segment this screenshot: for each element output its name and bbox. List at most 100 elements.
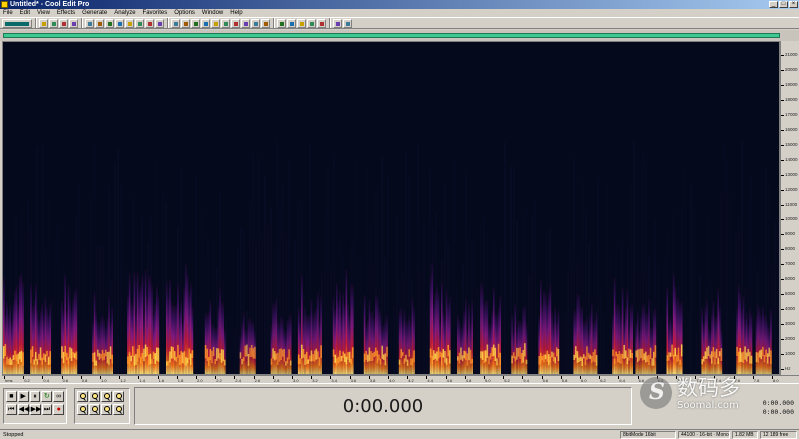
menu-file[interactable]: File: [3, 9, 13, 17]
info-button[interactable]: [343, 18, 352, 28]
spectrogram-burst-column: [651, 327, 653, 374]
spectrogram-formant: [72, 351, 74, 358]
spectrogram-formant: [617, 354, 619, 363]
spectrogram-burst-column: [157, 296, 160, 374]
minimize-button[interactable]: _: [769, 1, 778, 8]
loop-button[interactable]: ∞: [53, 391, 64, 402]
spectrogram-formant: [313, 350, 316, 362]
spectrogram-formant: [629, 349, 632, 358]
menu-options[interactable]: Options: [174, 9, 195, 17]
record-button[interactable]: [59, 18, 68, 28]
spectrogram-burst-column: [312, 314, 314, 374]
zoom-in-icon[interactable]: [77, 391, 88, 402]
spectrogram-burst-column: [594, 318, 596, 374]
spectrogram-formant: [638, 348, 641, 361]
silence-button[interactable]: [221, 18, 230, 28]
waveform-view-button[interactable]: [2, 18, 32, 28]
pitch-button[interactable]: [261, 18, 270, 28]
reverb-button[interactable]: [307, 18, 316, 28]
spectrogram-formant: [64, 345, 66, 357]
spectrogram-formant: [250, 345, 253, 357]
zoom-left-icon[interactable]: [77, 404, 88, 415]
save-button[interactable]: [49, 18, 58, 28]
zoom-selection-icon[interactable]: [113, 391, 124, 402]
spectrogram-formant: [62, 351, 65, 364]
spectrogram-formant: [466, 353, 469, 366]
delay-button[interactable]: [297, 18, 306, 28]
menu-analyze[interactable]: Analyze: [114, 9, 135, 17]
zoom-full-icon[interactable]: [101, 391, 112, 402]
pause-button[interactable]: ⏸: [29, 391, 41, 402]
go-to-start-button[interactable]: ⏮: [6, 404, 17, 415]
spectrogram-formant: [546, 350, 548, 362]
cut-button[interactable]: [85, 18, 94, 28]
menu-help[interactable]: Help: [230, 9, 242, 17]
fast-forward-button[interactable]: ▶▶: [29, 404, 41, 415]
reverse-button[interactable]: [211, 18, 220, 28]
menu-window[interactable]: Window: [202, 9, 223, 17]
spectrogram-formant: [744, 346, 746, 360]
spectrogram-formant: [178, 355, 181, 365]
menu-effects[interactable]: Effects: [57, 9, 75, 17]
zoom-right-icon[interactable]: [89, 404, 100, 415]
stop-button[interactable]: ■: [6, 391, 17, 402]
chorus-button[interactable]: [317, 18, 326, 28]
fade-button[interactable]: [241, 18, 250, 28]
maximize-button[interactable]: □: [779, 1, 788, 8]
spectrogram-formant: [289, 360, 292, 366]
record-button[interactable]: ●: [53, 404, 65, 415]
close-button[interactable]: ×: [789, 1, 798, 8]
menu-view[interactable]: View: [37, 9, 50, 17]
spectrogram-noise-column: [774, 222, 776, 374]
menu-edit[interactable]: Edit: [20, 9, 30, 17]
spectrogram-burst-column: [680, 301, 683, 374]
normalize-button[interactable]: [201, 18, 210, 28]
invert-button[interactable]: [231, 18, 240, 28]
zoom-vertical-out-icon[interactable]: [113, 404, 124, 415]
spectral-view-button[interactable]: [171, 18, 180, 28]
filter-button[interactable]: [287, 18, 296, 28]
menu-generate[interactable]: Generate: [82, 9, 107, 17]
zoom-out-icon[interactable]: [89, 391, 100, 402]
current-time: 0:00.000: [342, 395, 424, 417]
spectrogram-formant: [514, 356, 517, 362]
overview-range-bar[interactable]: [3, 33, 780, 38]
spectrogram-formant: [46, 350, 48, 357]
go-to-end-button[interactable]: ⏭: [41, 404, 53, 415]
spectrogram-burst-column: [224, 329, 226, 374]
spectrogram-formant: [491, 347, 493, 357]
frequency-analysis-button[interactable]: [181, 18, 190, 28]
stretch-button[interactable]: [277, 18, 286, 28]
spectrogram-noise-column: [90, 197, 92, 374]
play-to-end-button[interactable]: ↻: [41, 391, 53, 402]
overview-scrollbar[interactable]: [0, 30, 799, 41]
bend-button[interactable]: [251, 18, 260, 28]
copy-button[interactable]: [95, 18, 104, 28]
spectrogram-burst-column: [760, 315, 763, 374]
play-button[interactable]: ▶: [17, 391, 29, 402]
undo-icon: [138, 21, 142, 26]
spectrogram-burst-column: [541, 304, 544, 374]
spectrogram-formant: [273, 351, 276, 361]
spectrogram-burst-column: [514, 304, 517, 374]
zoom-vertical-in-icon[interactable]: [101, 404, 112, 415]
spectrogram-burst-column: [592, 322, 595, 374]
status-cell-size: 1.82 MB: [732, 431, 758, 439]
repeat-button[interactable]: [155, 18, 164, 28]
envelope-button[interactable]: [191, 18, 200, 28]
mix-paste-button[interactable]: [115, 18, 124, 28]
open-button[interactable]: [39, 18, 48, 28]
spectrogram-burst-column: [668, 322, 670, 374]
spectrogram-burst-column: [14, 290, 16, 374]
redo-button[interactable]: [145, 18, 154, 28]
rewind-button[interactable]: ◀◀: [17, 404, 29, 415]
menu-favorites[interactable]: Favorites: [143, 9, 168, 17]
effects-button[interactable]: [69, 18, 78, 28]
trim-button[interactable]: [125, 18, 134, 28]
settings-button[interactable]: [333, 18, 342, 28]
spectrogram-noise-column: [324, 214, 326, 374]
spectral-view[interactable]: [2, 41, 780, 375]
spectrogram-formant: [378, 354, 380, 361]
undo-button[interactable]: [135, 18, 144, 28]
paste-button[interactable]: [105, 18, 114, 28]
